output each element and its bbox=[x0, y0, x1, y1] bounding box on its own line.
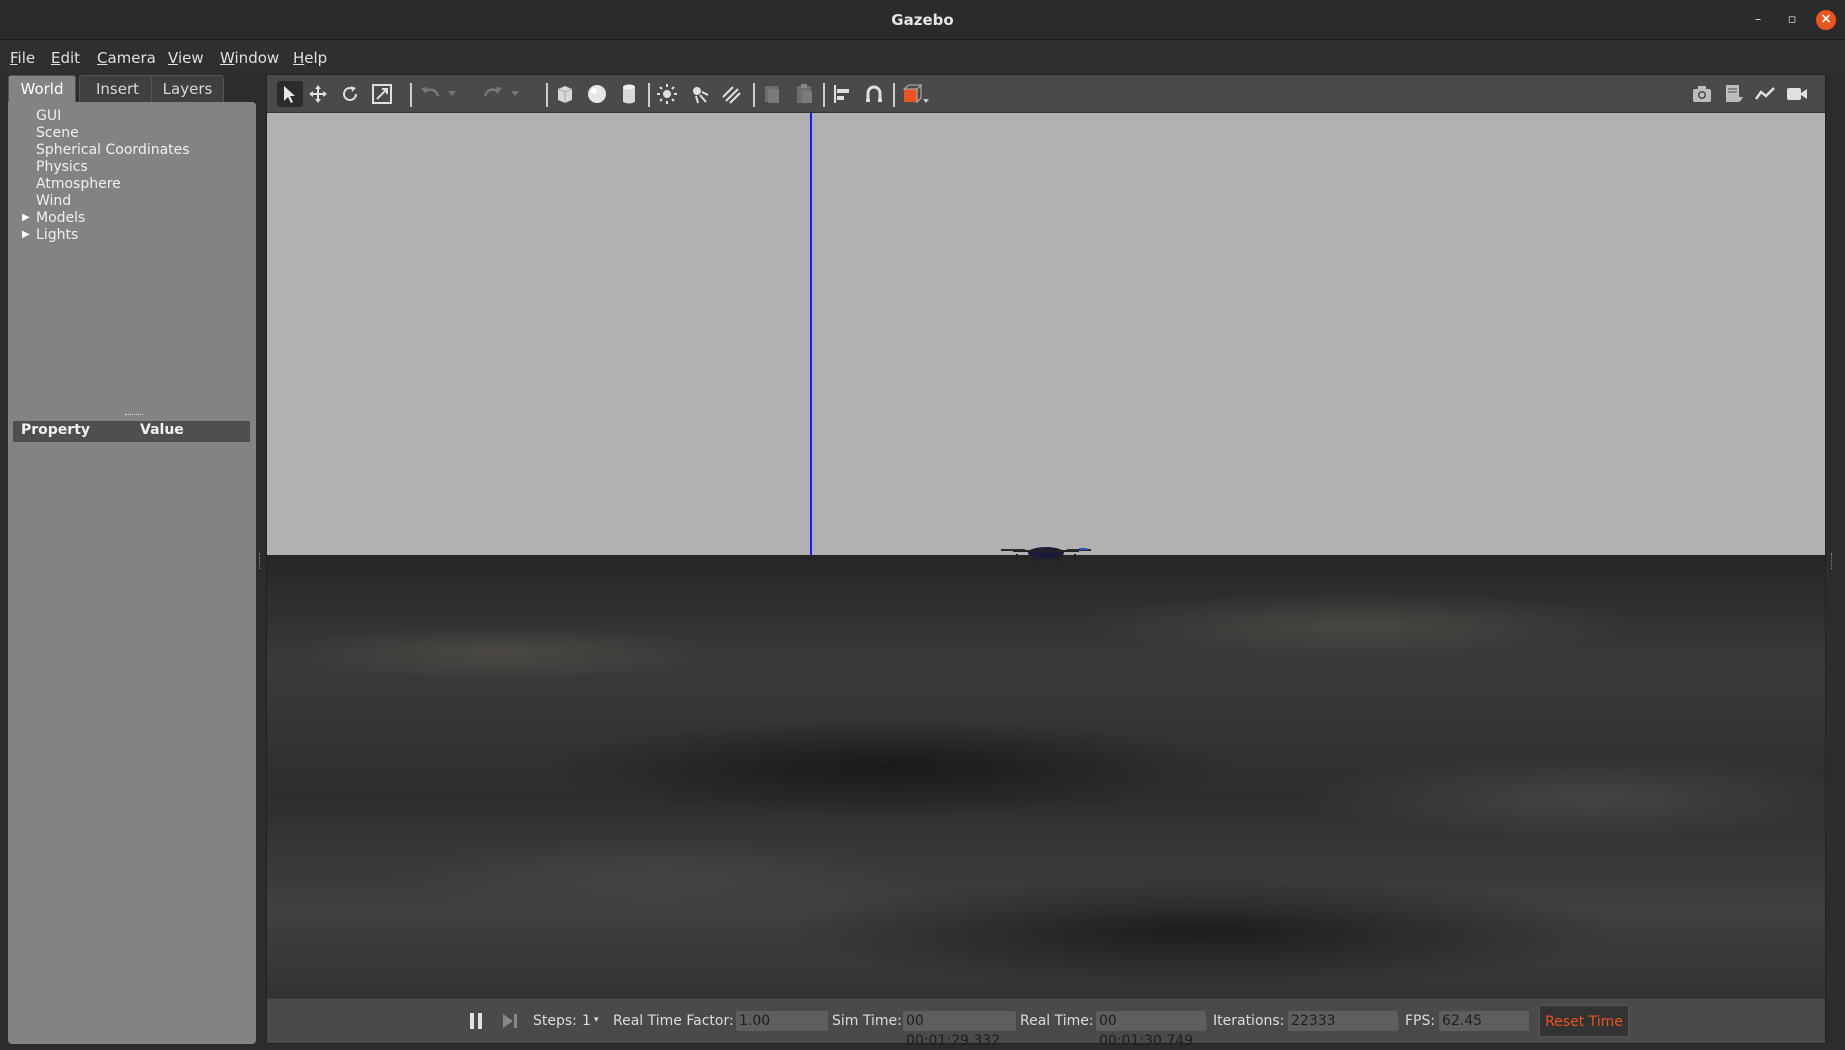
sky bbox=[267, 113, 1825, 555]
tree-item-models[interactable]: Models bbox=[36, 210, 85, 226]
sim-time-label: Sim Time: bbox=[832, 1013, 902, 1029]
fps-field: 62.45 bbox=[1439, 1011, 1529, 1031]
menu-file[interactable]: File bbox=[10, 49, 35, 67]
real-time-factor-label: Real Time Factor: bbox=[613, 1013, 734, 1029]
scale-mode-icon[interactable] bbox=[369, 81, 395, 107]
step-forward-icon[interactable] bbox=[497, 1008, 523, 1034]
real-time-factor-field: 1.00 bbox=[736, 1011, 828, 1031]
left-splitter-handle[interactable] bbox=[259, 553, 261, 569]
menu-bar: File Edit Camera View Window Help bbox=[0, 40, 1845, 74]
tree-item-wind[interactable]: Wind bbox=[36, 193, 71, 209]
close-button[interactable]: × bbox=[1816, 10, 1836, 30]
tree-item-gui[interactable]: GUI bbox=[36, 108, 61, 124]
rotate-mode-icon[interactable] bbox=[337, 81, 363, 107]
redo-icon[interactable] bbox=[480, 81, 506, 107]
tab-world[interactable]: World bbox=[8, 75, 76, 102]
window-title: Gazebo bbox=[891, 11, 954, 29]
right-splitter-handle[interactable] bbox=[1831, 553, 1833, 569]
tab-layers[interactable]: Layers bbox=[151, 75, 224, 102]
menu-edit[interactable]: Edit bbox=[51, 49, 80, 67]
paste-icon[interactable] bbox=[791, 81, 817, 107]
maximize-button[interactable]: ▫ bbox=[1782, 10, 1802, 30]
directional-light-icon[interactable] bbox=[718, 81, 744, 107]
menu-view[interactable]: View bbox=[168, 49, 204, 67]
toolbar-separator bbox=[753, 83, 755, 107]
log-icon[interactable] bbox=[1721, 81, 1747, 107]
real-time-label: Real Time: bbox=[1020, 1013, 1094, 1029]
toolbar-separator bbox=[823, 83, 825, 107]
steps-label: Steps: bbox=[533, 1013, 577, 1029]
menu-help[interactable]: Help bbox=[293, 49, 327, 67]
cylinder-icon[interactable] bbox=[616, 81, 642, 107]
iterations-label: Iterations: bbox=[1213, 1013, 1285, 1029]
undo-icon[interactable] bbox=[417, 81, 443, 107]
ground-plane bbox=[267, 555, 1825, 998]
z-axis-line bbox=[810, 113, 812, 555]
quadcopter-model[interactable] bbox=[991, 541, 1101, 567]
value-column-header: Value bbox=[140, 422, 184, 438]
window-title-bar: Gazebo – ▫ × bbox=[0, 0, 1845, 40]
pause-icon[interactable] bbox=[463, 1008, 489, 1034]
screenshot-icon[interactable] bbox=[1689, 81, 1715, 107]
real-time-field: 00 00:01:30.749 bbox=[1096, 1011, 1206, 1049]
view-angle-icon[interactable] bbox=[899, 81, 933, 107]
spot-light-icon[interactable] bbox=[686, 81, 712, 107]
steps-chevron-down-icon[interactable]: ▾ bbox=[594, 1015, 599, 1025]
panel-splitter-handle[interactable] bbox=[125, 414, 143, 417]
align-icon[interactable] bbox=[829, 81, 855, 107]
tree-item-atmosphere[interactable]: Atmosphere bbox=[36, 176, 121, 192]
redo-history-chevron-down-icon[interactable] bbox=[508, 81, 522, 107]
property-column-header: Property bbox=[21, 422, 91, 438]
render-viewport: Steps: 1 ▾ Real Time Factor: 1.00 Sim Ti… bbox=[266, 74, 1826, 1049]
select-mode-icon[interactable] bbox=[277, 81, 303, 107]
tree-item-scene[interactable]: Scene bbox=[36, 125, 79, 141]
expand-arrow-icon[interactable]: ▶ bbox=[22, 229, 30, 240]
undo-history-chevron-down-icon[interactable] bbox=[445, 81, 459, 107]
copy-icon[interactable] bbox=[759, 81, 785, 107]
tab-insert[interactable]: Insert bbox=[79, 75, 156, 102]
viewport-toolbar bbox=[267, 75, 1825, 113]
translate-mode-icon[interactable] bbox=[305, 81, 331, 107]
expand-arrow-icon[interactable]: ▶ bbox=[22, 212, 30, 223]
menu-camera[interactable]: Camera bbox=[97, 49, 156, 67]
3d-scene[interactable] bbox=[267, 113, 1825, 998]
toolbar-separator bbox=[893, 83, 895, 107]
point-light-icon[interactable] bbox=[654, 81, 680, 107]
property-table-header: Property Value bbox=[13, 421, 250, 442]
reset-time-button[interactable]: Reset Time bbox=[1539, 1005, 1629, 1037]
minimize-button[interactable]: – bbox=[1748, 10, 1768, 30]
tree-item-lights[interactable]: Lights bbox=[36, 227, 78, 243]
sim-time-field: 00 00:01:29.332 bbox=[903, 1011, 1016, 1049]
menu-window[interactable]: Window bbox=[220, 49, 279, 67]
toolbar-separator bbox=[546, 83, 548, 107]
tree-item-spherical-coordinates[interactable]: Spherical Coordinates bbox=[36, 142, 190, 158]
sphere-icon[interactable] bbox=[584, 81, 610, 107]
fps-label: FPS: bbox=[1405, 1013, 1436, 1029]
simulation-status-bar: Steps: 1 ▾ Real Time Factor: 1.00 Sim Ti… bbox=[267, 998, 1825, 1049]
plot-icon[interactable] bbox=[1752, 81, 1778, 107]
snap-icon[interactable] bbox=[861, 81, 887, 107]
world-panel: GUI Scene Spherical Coordinates Physics … bbox=[8, 102, 256, 1044]
box-icon[interactable] bbox=[552, 81, 578, 107]
iterations-field: 22333 bbox=[1288, 1011, 1398, 1031]
toolbar-separator bbox=[648, 83, 650, 107]
toolbar-separator bbox=[410, 83, 412, 107]
steps-value[interactable]: 1 bbox=[582, 1013, 591, 1029]
tree-item-physics[interactable]: Physics bbox=[36, 159, 88, 175]
record-video-icon[interactable] bbox=[1784, 81, 1810, 107]
